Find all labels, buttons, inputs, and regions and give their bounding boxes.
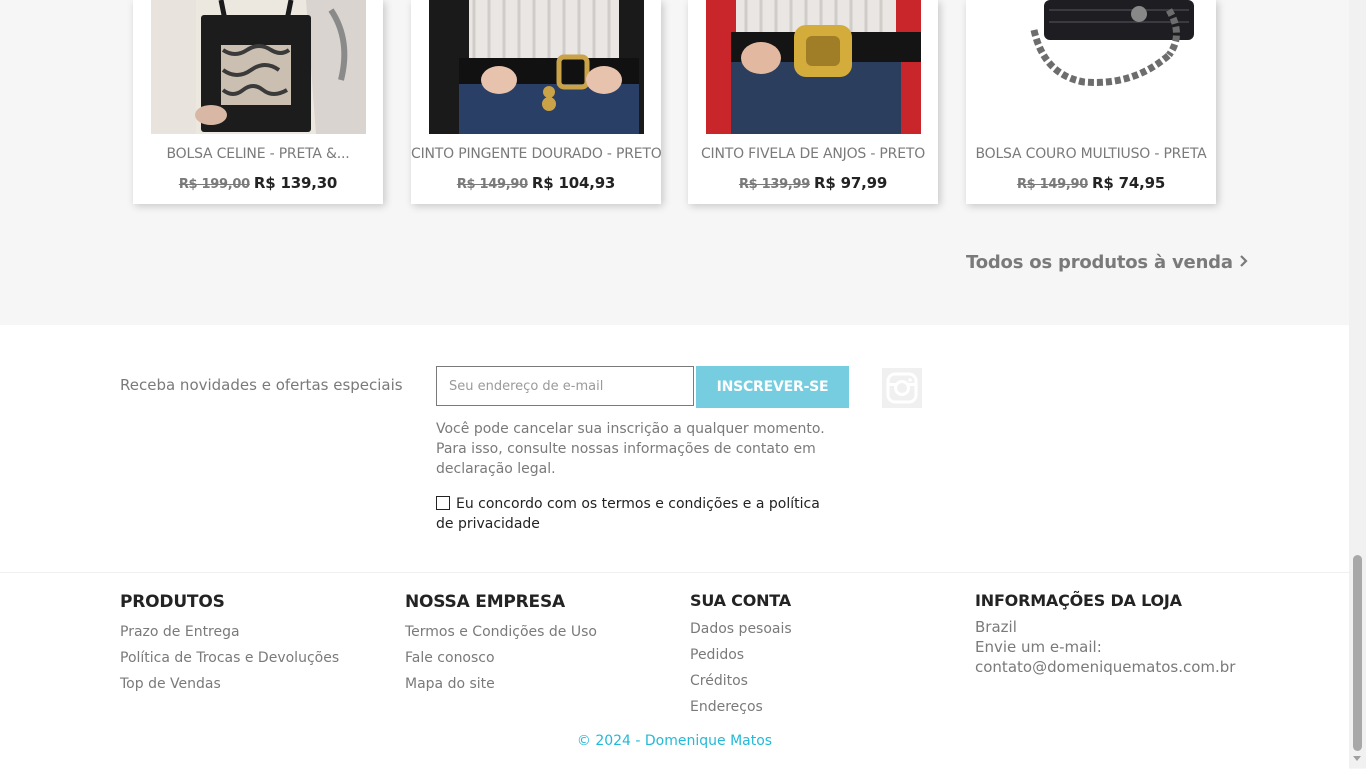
footer-heading[interactable]: SUA CONTA [690,590,792,612]
product-name[interactable]: CINTO FIVELA DE ANJOS - PRETO [688,146,938,162]
copyright[interactable]: © 2024 - Domenique Matos [0,733,1349,749]
footer-heading: PRODUTOS [120,592,225,612]
footer-link[interactable]: Top de Vendas [120,671,339,697]
product-prices: R$ 149,90 R$ 104,93 [411,173,661,192]
product-name[interactable]: BOLSA CELINE - PRETA &... [133,146,383,162]
product-image[interactable] [984,0,1199,134]
product-prices: R$ 149,90 R$ 74,95 [966,173,1216,192]
featured-products: BOLSA CELINE - PRETA &... R$ 199,00 R$ 13… [0,0,1349,325]
scroll-down-arrow-icon[interactable] [1353,756,1361,761]
product-card[interactable]: BOLSA CELINE - PRETA &... R$ 199,00 R$ 13… [133,0,383,204]
store-email[interactable]: contato@domeniquematos.com.br [975,657,1235,677]
product-old-price: R$ 139,99 [738,177,810,192]
store-email-label: Envie um e-mail: [975,638,1102,656]
product-price: R$ 104,93 [531,174,616,192]
product-card[interactable]: CINTO PINGENTE DOURADO - PRETO R$ 149,90… [411,0,662,204]
footer-column-empresa: NOSSA EMPRESA Termos e Condições de Uso … [405,591,597,697]
footer-link[interactable]: Pedidos [690,642,792,668]
footer-link[interactable]: Dados pesoais [690,616,792,642]
subscribe-button[interactable]: INSCREVER-SE [696,366,849,408]
product-prices: R$ 139,99 R$ 97,99 [688,173,938,192]
footer-link[interactable]: Termos e Condições de Uso [405,619,597,645]
consent-label[interactable]: Eu concordo com os termos e condições e … [436,496,820,532]
newsletter-help-text: Você pode cancelar sua inscrição a qualq… [436,421,825,477]
product-photo-bag [151,0,366,134]
product-image[interactable] [706,0,921,134]
footer-link[interactable]: Fale conosco [405,645,597,671]
store-country: Brazil [975,618,1017,636]
product-old-price: R$ 199,00 [178,177,250,192]
footer-link[interactable]: Créditos [690,668,792,694]
footer-links: Termos e Condições de Uso Fale conosco M… [405,619,597,697]
newsletter-block: Receba novidades e ofertas especiais INS… [0,325,1349,572]
product-card[interactable]: CINTO FIVELA DE ANJOS - PRETO R$ 139,99 R… [688,0,938,204]
page: BOLSA CELINE - PRETA &... R$ 199,00 R$ 13… [0,0,1349,769]
footer-link[interactable]: Mapa do site [405,671,597,697]
product-image[interactable] [151,0,366,134]
instagram-icon [886,372,918,404]
instagram-link[interactable] [882,368,922,408]
product-photo-buckle-belt [706,0,921,134]
newsletter-label: Receba novidades e ofertas especiais [120,376,403,394]
all-products-link[interactable]: Todos os produtos à venda [966,252,1249,273]
footer-link[interactable]: Endereços [690,694,792,720]
product-price: R$ 139,30 [253,174,338,192]
footer-links: Prazo de Entrega Política de Trocas e De… [120,619,339,697]
product-name[interactable]: BOLSA COURO MULTIUSO - PRETA [966,146,1216,162]
scrollbar-thumb[interactable] [1353,555,1362,751]
scrollbar[interactable] [1349,0,1366,768]
product-photo-chain-bag [984,0,1199,134]
product-prices: R$ 199,00 R$ 139,30 [133,173,383,192]
product-price: R$ 97,99 [814,174,888,192]
product-old-price: R$ 149,90 [456,177,528,192]
consent-row: Eu concordo com os termos e condições e … [436,494,836,534]
footer-heading: NOSSA EMPRESA [405,592,565,612]
product-photo-belt [429,0,644,134]
product-image[interactable] [429,0,644,134]
product-price: R$ 74,95 [1092,174,1166,192]
product-card[interactable]: BOLSA COURO MULTIUSO - PRETA R$ 149,90 R$… [966,0,1216,204]
footer-link[interactable]: Prazo de Entrega [120,619,339,645]
product-old-price: R$ 149,90 [1016,177,1088,192]
footer-column-loja: INFORMAÇÕES DA LOJA Brazil Envie um e-ma… [975,590,1235,677]
footer-link[interactable]: Política de Trocas e Devoluções [120,645,339,671]
footer-column-conta: SUA CONTA Dados pesoais Pedidos Créditos… [690,590,792,720]
footer-heading: INFORMAÇÕES DA LOJA [975,591,1182,610]
footer-links: Dados pesoais Pedidos Créditos Endereços [690,616,792,720]
product-name[interactable]: CINTO PINGENTE DOURADO - PRETO [411,146,662,162]
chevron-right-icon [1239,252,1249,273]
store-info: Brazil Envie um e-mail: contato@domeniqu… [975,617,1235,677]
footer-column-produtos: PRODUTOS Prazo de Entrega Política de Tr… [120,591,339,697]
footer: PRODUTOS Prazo de Entrega Política de Tr… [0,572,1349,769]
consent-checkbox[interactable] [436,496,450,510]
email-input[interactable] [436,366,694,406]
all-products-label: Todos os produtos à venda [966,252,1233,273]
